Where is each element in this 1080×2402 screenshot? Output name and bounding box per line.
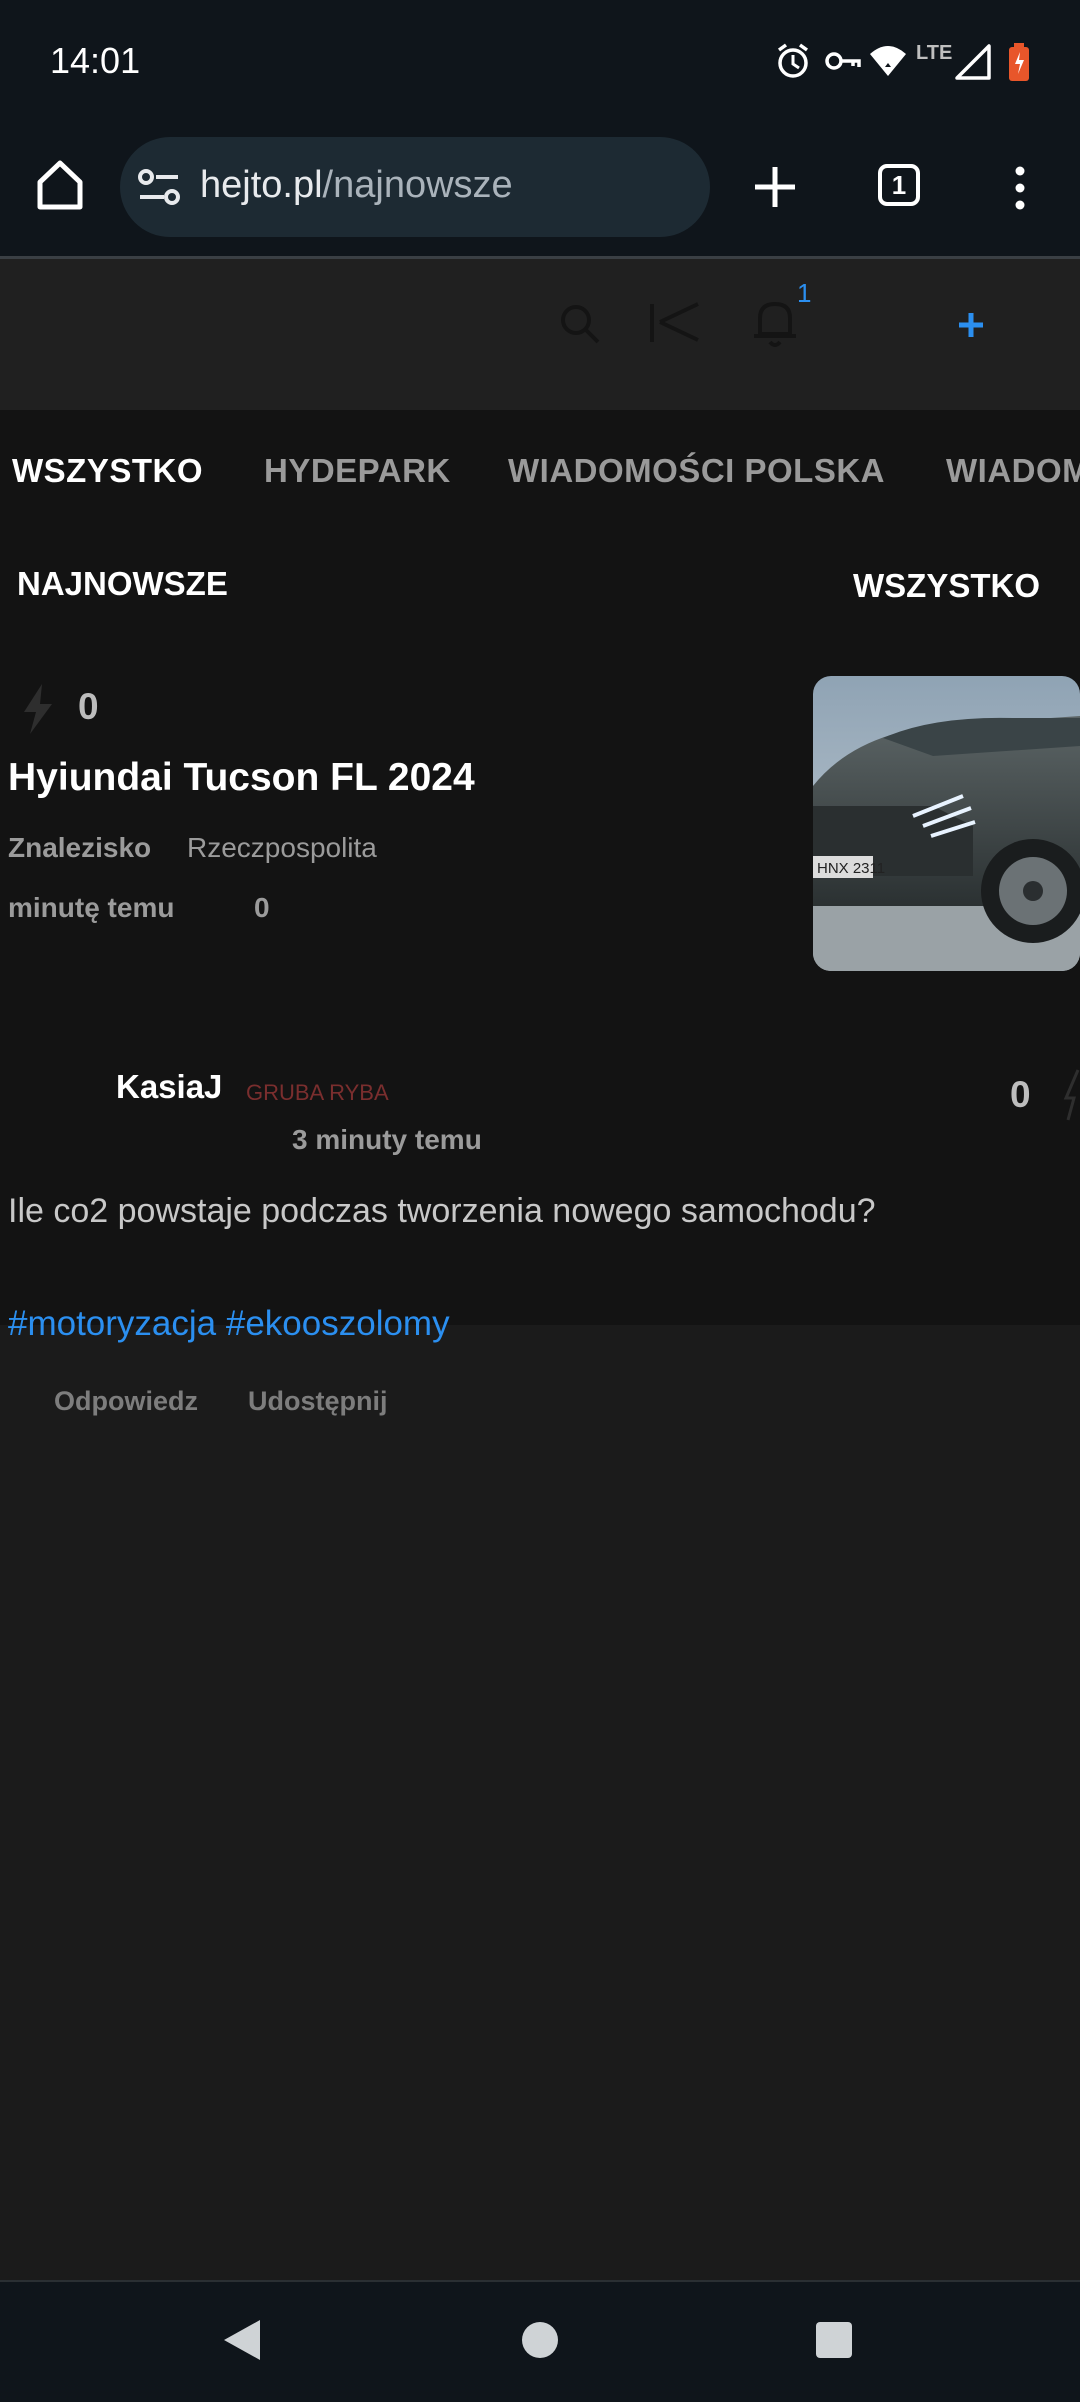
bell-icon[interactable] xyxy=(752,296,798,348)
battery-icon xyxy=(1009,43,1029,81)
link-type[interactable]: Znalezisko xyxy=(8,832,151,864)
recents-icon[interactable] xyxy=(814,2320,854,2360)
entry-author[interactable]: KasiaJ xyxy=(116,1068,222,1106)
link-thumbnail[interactable]: HNX 2311 xyxy=(813,676,1080,971)
network-type-label: LTE xyxy=(916,42,953,64)
url-path: /najnowsze xyxy=(322,164,513,206)
entry-tags[interactable]: #motoryzacja #ekooszolomy xyxy=(8,1304,450,1344)
link-time: minutę temu xyxy=(8,892,175,923)
browser-home-icon[interactable] xyxy=(34,158,86,212)
wifi-icon xyxy=(870,46,906,76)
link-comments[interactable]: 0 xyxy=(254,892,270,924)
add-icon[interactable] xyxy=(957,311,985,339)
sort-newest[interactable]: NAJNOWSZE xyxy=(17,565,228,603)
tab-wiadomosci-polska[interactable]: WIADOMOŚCI POLSKA xyxy=(508,452,885,490)
tab-wiadomosci[interactable]: WIADOMOŚCI xyxy=(946,452,1080,490)
tab-hydepark[interactable]: HYDEPARK xyxy=(264,452,451,490)
share-button[interactable]: Udostępnij xyxy=(248,1386,388,1417)
browser-menu-icon[interactable] xyxy=(1010,165,1030,211)
site-settings-icon[interactable] xyxy=(138,168,180,206)
url-host: hejto.pl xyxy=(200,164,323,206)
search-icon[interactable] xyxy=(558,302,602,346)
link-votes: 0 xyxy=(78,686,99,727)
tab-wszystko[interactable]: WSZYSTKO xyxy=(12,452,203,490)
vpn-key-icon xyxy=(825,52,861,70)
plate-text: HNX 2311 xyxy=(817,860,885,877)
reply-button[interactable]: Odpowiedz xyxy=(54,1386,198,1417)
entry-time: 3 minuty temu xyxy=(292,1124,482,1155)
entry-lightning-icon[interactable] xyxy=(1060,1068,1080,1122)
status-time: 14:01 xyxy=(50,40,141,81)
link-source[interactable]: Rzeczpospolita xyxy=(187,832,377,864)
url-text[interactable]: hejto.pl/najnowsze xyxy=(200,164,513,207)
compose-icon[interactable] xyxy=(648,300,704,346)
lightning-icon[interactable] xyxy=(18,682,58,736)
entry-votes: 0 xyxy=(1010,1074,1031,1115)
home-circle-icon[interactable] xyxy=(520,2320,560,2360)
sort-row: NAJNOWSZE WSZYSTKO xyxy=(0,535,1080,670)
back-icon[interactable] xyxy=(222,2318,262,2362)
category-tabs: WSZYSTKO HYDEPARK WIADOMOŚCI POLSKA WIAD… xyxy=(0,410,1080,535)
tab-switcher-button[interactable]: 1 xyxy=(878,164,920,206)
alarm-icon xyxy=(777,43,809,78)
link-title[interactable]: Hyiundai Tucson FL 2024 xyxy=(8,756,475,800)
entry-body: Ile co2 powstaje podczas tworzenia noweg… xyxy=(8,1192,876,1230)
notification-count-badge: 1 xyxy=(797,278,812,308)
filter-all[interactable]: WSZYSTKO xyxy=(853,567,1040,605)
entry-author-rank: GRUBA RYBA xyxy=(246,1080,389,1105)
signal-icon xyxy=(955,44,991,80)
site-header xyxy=(0,259,1080,410)
new-tab-icon[interactable] xyxy=(752,164,798,210)
